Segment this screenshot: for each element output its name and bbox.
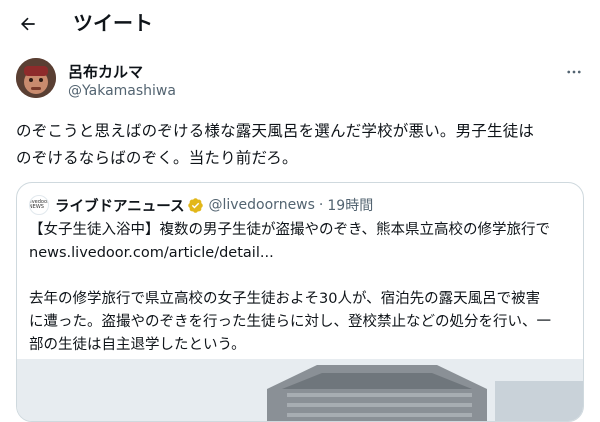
- tweet-text: のぞこうと思えばのぞける様な露天風呂を選んだ学校が悪い。男子生徒は のぞけるなら…: [16, 122, 535, 167]
- quoted-tweet[interactable]: livedoor NEWS ライブドアニュース @livedoornews · …: [16, 182, 584, 422]
- more-button[interactable]: [564, 62, 584, 82]
- quoted-media-image[interactable]: [17, 359, 583, 421]
- avatar-image: [16, 58, 56, 98]
- author-name[interactable]: 呂布カルマ: [68, 62, 143, 82]
- verified-badge-icon: [187, 197, 204, 214]
- page-title: ツイート: [73, 11, 153, 35]
- tweet-author: 呂布カルマ @Yakamashiwa: [16, 58, 584, 106]
- building-photo: [17, 359, 583, 421]
- quoted-author-handle: @livedoornews: [208, 197, 315, 213]
- quoted-timestamp: 19時間: [327, 198, 374, 214]
- arrow-left-icon: [21, 17, 35, 31]
- quoted-tweet-text: 【女子生徒入浴中】複数の男子生徒が盗撮やのぞき、熊本県立高校の修学旅行で new…: [29, 222, 551, 353]
- separator-dot: ·: [318, 197, 324, 213]
- author-handle[interactable]: @Yakamashiwa: [68, 82, 176, 100]
- quoted-tweet-header: livedoor NEWS ライブドアニュース @livedoornews · …: [29, 195, 373, 215]
- quoted-avatar: livedoor NEWS: [29, 195, 49, 215]
- avatar[interactable]: [16, 58, 56, 98]
- back-button[interactable]: [12, 8, 44, 40]
- quoted-author-name: ライブドアニュース: [55, 198, 185, 215]
- quoted-avatar-logo: livedoor NEWS: [29, 199, 49, 210]
- top-bar: ツイート: [0, 0, 600, 48]
- ellipsis-icon: [567, 70, 581, 74]
